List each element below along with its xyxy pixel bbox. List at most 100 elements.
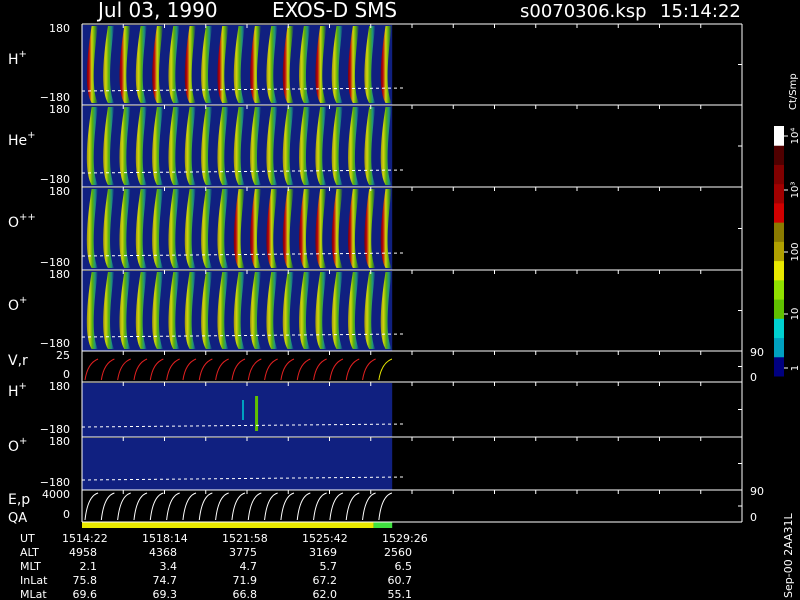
panel-o-plus-top: O+180−180 <box>8 268 743 351</box>
header-date: Jul 03, 1990 <box>96 0 218 22</box>
header-time: 15:14:22 <box>660 1 741 22</box>
colorbar-seg-10 <box>774 164 784 185</box>
spectrogram-figure: Jul 03, 1990 EXOS-D SMS s0070306.ksp 15:… <box>8 0 800 600</box>
eph-mlt-2: 4.7 <box>240 560 258 573</box>
trace-ep-10 <box>247 492 262 521</box>
ytick-max-o-plusplus: 180 <box>49 185 70 198</box>
trace-vr-16 <box>345 358 360 381</box>
panel-label-sup-o-plus-low: + <box>19 436 27 447</box>
trace-vr-12 <box>280 358 295 381</box>
eph-label-mlat: MLat <box>20 588 47 600</box>
panel-label-he-plus: He+ <box>8 130 36 149</box>
panel-label-vr: V,r <box>8 353 28 369</box>
ephemeris-table: UT ALT MLT InLat MLat 1514:22 1518:14 15… <box>20 532 428 600</box>
ytick-max-h-plus-low: 180 <box>49 380 70 393</box>
eph-alt-4: 2560 <box>384 546 412 559</box>
eph-label-inlat: InLat <box>20 574 48 587</box>
trace-vr-11 <box>264 358 278 381</box>
panel-label-h-plus-top: H+ <box>8 49 27 68</box>
eph-ut-0: 1514:22 <box>62 532 108 545</box>
colorbar-seg-4 <box>774 279 784 300</box>
trace-vr-7 <box>198 358 213 381</box>
rtick-min-vr: 0 <box>750 371 757 384</box>
trace-vr-5 <box>166 358 180 381</box>
trace-vr-15 <box>329 358 344 381</box>
eph-label-alt: ALT <box>20 546 39 559</box>
trace-ep-15 <box>329 492 344 521</box>
colorbar-seg-11 <box>774 145 784 165</box>
trace-ep-0 <box>84 492 99 521</box>
panel-o-plus-low: O+ 180−180 <box>8 435 743 490</box>
panel-label-sup-h-plus-top: + <box>19 49 27 60</box>
qa-bar-other <box>373 522 393 528</box>
trace-ep-12 <box>280 492 295 521</box>
trace-vr-17 <box>362 358 376 381</box>
trace-ep-14 <box>313 492 327 521</box>
trace-vr-18 <box>378 358 393 381</box>
trace-ep-2 <box>117 492 131 521</box>
eph-mlt-0: 2.1 <box>80 560 98 573</box>
rtick-min-ep: 0 <box>750 511 757 524</box>
panel-label-h-plus-low: H+ <box>8 381 27 400</box>
trace-ep-17 <box>362 492 376 521</box>
trace-ep-9 <box>231 492 246 521</box>
eph-label-mlt: MLT <box>20 560 41 573</box>
colorbar-ticklabel-3: 10³ <box>790 182 800 199</box>
eph-alt-1: 4368 <box>149 546 177 559</box>
panel-label-sup-h-plus-low: + <box>19 381 27 392</box>
trace-ep-5 <box>166 492 180 521</box>
eph-ut-1: 1518:14 <box>142 532 188 545</box>
panel-label-qa: QA <box>8 511 27 526</box>
panel-label-sup-he-plus: + <box>27 130 35 141</box>
eph-mlat-2: 66.8 <box>233 588 258 600</box>
trace-vr-0 <box>84 358 99 381</box>
colorbar-seg-7 <box>774 222 784 242</box>
eph-mlt-1: 3.4 <box>160 560 178 573</box>
colorbar-seg-2 <box>774 318 784 339</box>
panel-h-plus-top: H+180−180 <box>8 22 743 105</box>
trace-ep-1 <box>100 492 115 521</box>
trace-vr-10 <box>247 358 262 381</box>
trace-vr-9 <box>231 358 246 381</box>
trace-ep-3 <box>133 492 148 521</box>
footer-stamp: Sep-00 2AA31L <box>782 512 795 598</box>
qa-bar-good <box>82 522 374 528</box>
eph-mlat-1: 69.3 <box>153 588 178 600</box>
trace-vr-6 <box>182 358 197 381</box>
ytick-max-ep: 4000 <box>42 488 70 501</box>
trace-vr-13 <box>296 358 311 381</box>
colorbar-ticklabel-4: 10⁴ <box>790 128 800 145</box>
eph-inlat-1: 74.7 <box>153 574 178 587</box>
rtick-max-ep: 90 <box>750 485 764 498</box>
colorbar-seg-6 <box>774 241 784 262</box>
rtick-max-vr: 90 <box>750 346 764 359</box>
colorbar-label: Ct/Smp <box>788 73 799 110</box>
ytick-min-ep: 0 <box>63 508 70 521</box>
panel-he-plus: He+180−180 <box>8 103 743 187</box>
trace-vr-3 <box>133 358 148 381</box>
panel-label-o-plus-low: O+ <box>8 436 27 455</box>
eph-mlat-3: 62.0 <box>313 588 338 600</box>
panels-layer: H+180−180He+180−180O++180−180O+180−180V,… <box>8 22 764 528</box>
colorbar-ticklabel-1: 10 <box>790 308 800 321</box>
data-fill-h-plus-low <box>82 383 393 437</box>
header-file: s0070306.ksp <box>520 1 647 22</box>
trace-vr-4 <box>149 358 164 381</box>
colorbar-seg-0 <box>774 356 784 377</box>
ytick-max-vr: 25 <box>56 349 70 362</box>
trace-ep-8 <box>215 492 229 521</box>
eph-alt-3: 3169 <box>309 546 337 559</box>
panel-ep: E,p 4000 0 90 0 <box>8 485 764 524</box>
colorbar-seg-5 <box>774 260 784 281</box>
eph-mlt-3: 5.7 <box>320 560 338 573</box>
eph-mlat-0: 69.6 <box>73 588 98 600</box>
eph-ut-3: 1525:42 <box>302 532 348 545</box>
panel-label-o-plusplus: O++ <box>8 212 36 231</box>
ytick-max-o-plus-top: 180 <box>49 268 70 281</box>
eph-alt-2: 3775 <box>229 546 257 559</box>
eph-ut-4: 1529:26 <box>382 532 428 545</box>
eph-ut-2: 1521:58 <box>222 532 268 545</box>
panel-label-o-plus-top: O+ <box>8 295 27 314</box>
header-instrument: EXOS-D SMS <box>272 0 397 22</box>
eph-mlat-4: 55.1 <box>388 588 413 600</box>
